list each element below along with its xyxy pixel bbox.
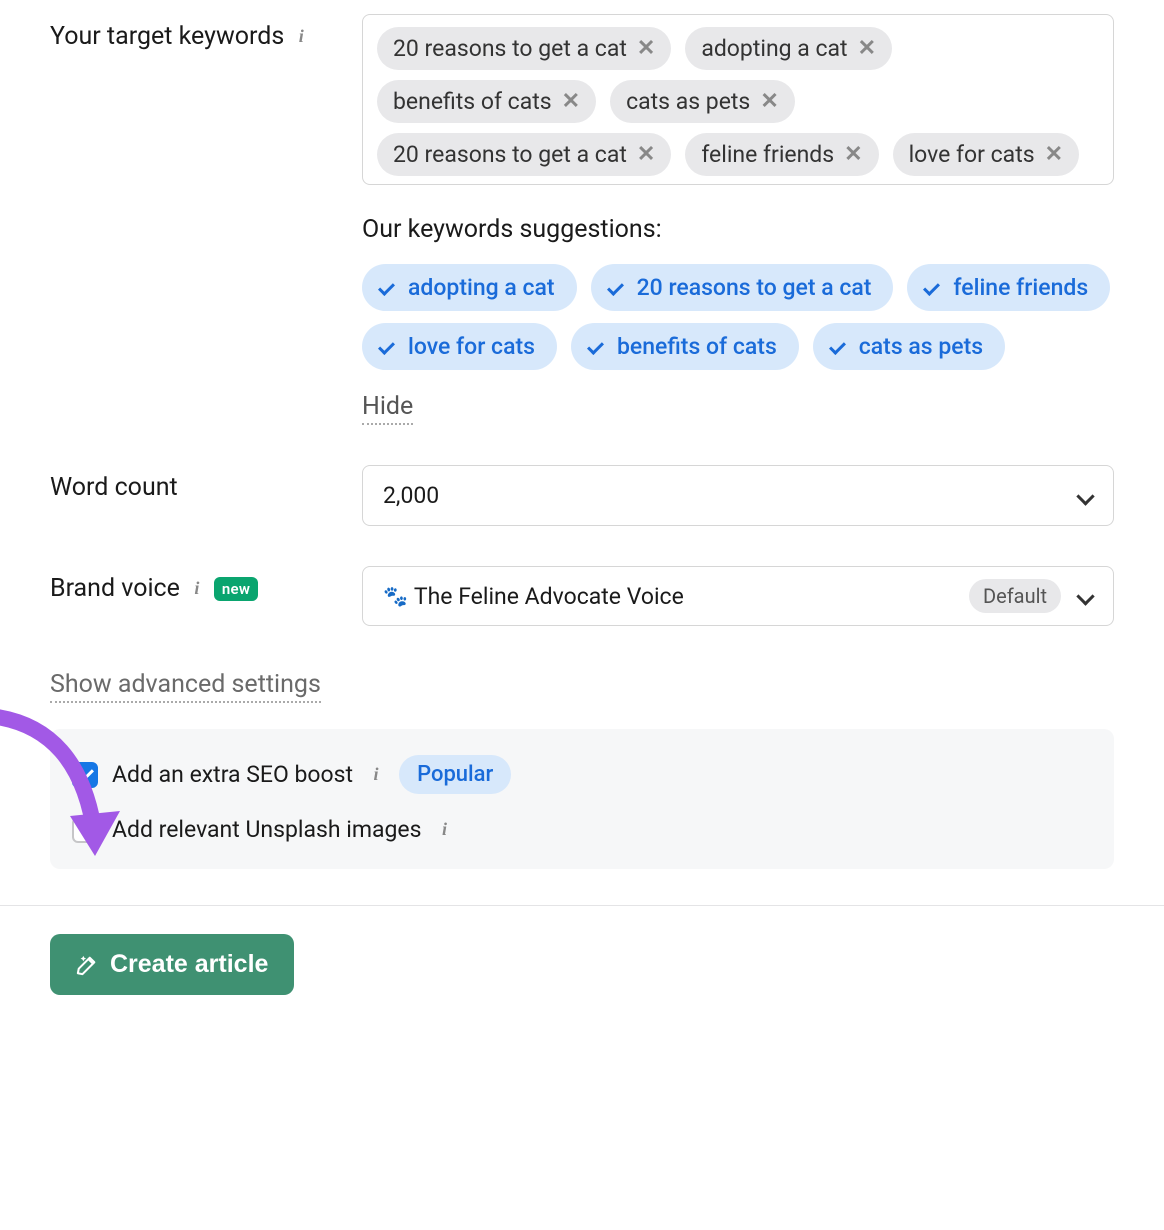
close-icon[interactable]: ✕ [760,91,778,113]
suggestion-chip[interactable]: adopting a cat [362,264,577,311]
info-icon[interactable]: i [436,821,454,839]
check-icon [380,341,398,353]
seo-boost-option: Add an extra SEO boost i Popular [72,755,1092,794]
chevron-down-icon [1077,488,1093,504]
keyword-tag-text: cats as pets [626,88,750,115]
show-advanced-link[interactable]: Show advanced settings [50,670,321,703]
create-article-label: Create article [110,950,268,979]
suggestion-chip-text: adopting a cat [408,274,555,301]
unsplash-option: Add relevant Unsplash images i [72,816,1092,843]
new-badge: new [214,577,258,601]
default-badge: Default [969,579,1061,613]
target-keywords-label-text: Your target keywords [50,22,284,51]
close-icon[interactable]: ✕ [1045,144,1063,166]
close-icon[interactable]: ✕ [562,91,580,113]
unsplash-checkbox[interactable] [72,817,98,843]
keywords-input[interactable]: 20 reasons to get a cat✕adopting a cat✕b… [362,14,1114,185]
keyword-tag-text: feline friends [701,141,834,168]
keyword-tag-text: adopting a cat [701,35,847,62]
brand-voice-label: Brand voice i new [50,574,258,603]
word-count-row: Word count 2,000 [0,465,1164,526]
check-icon [925,282,943,294]
word-count-select[interactable]: 2,000 [362,465,1114,526]
word-count-label: Word count [50,473,178,502]
keyword-tag: feline friends ✕ [685,133,878,176]
keyword-tag-text: 20 reasons to get a cat [393,141,627,168]
keyword-tag: benefits of cats ✕ [377,80,596,123]
extra-options-panel: Add an extra SEO boost i Popular Add rel… [50,729,1114,869]
unsplash-label: Add relevant Unsplash images [112,816,422,843]
create-article-button[interactable]: Create article [50,934,294,995]
check-icon [380,282,398,294]
hide-suggestions-link[interactable]: Hide [362,392,413,425]
seo-boost-checkbox[interactable] [72,762,98,788]
info-icon[interactable]: i [367,766,385,784]
seo-boost-label: Add an extra SEO boost [112,761,353,788]
close-icon[interactable]: ✕ [844,144,862,166]
close-icon[interactable]: ✕ [858,38,876,60]
brand-voice-row: Brand voice i new 🐾 The Feline Advocate … [0,566,1164,626]
keyword-tag: 20 reasons to get a cat ✕ [377,27,671,70]
suggestion-chip[interactable]: feline friends [907,264,1110,311]
suggestion-chips: adopting a cat 20 reasons to get a cat fel… [362,264,1114,370]
keyword-tag-text: love for cats [909,141,1035,168]
keyword-tag: adopting a cat ✕ [685,27,892,70]
info-icon[interactable]: i [188,580,206,598]
wand-icon [76,954,98,976]
keyword-tag-text: benefits of cats [393,88,552,115]
footer: Create article [0,906,1164,1023]
popular-badge: Popular [399,755,511,794]
suggestion-chip-text: 20 reasons to get a cat [637,274,872,301]
suggestions-title: Our keywords suggestions: [362,215,1114,244]
brand-voice-value: The Feline Advocate Voice [414,583,684,610]
keyword-tag: cats as pets ✕ [610,80,795,123]
brand-voice-select[interactable]: 🐾 The Feline Advocate Voice Default [362,566,1114,626]
keyword-tag-text: 20 reasons to get a cat [393,35,627,62]
suggestion-chip[interactable]: cats as pets [813,323,1005,370]
target-keywords-label: Your target keywords i [50,22,310,51]
info-icon[interactable]: i [292,28,310,46]
keyword-tag: love for cats ✕ [893,133,1079,176]
close-icon[interactable]: ✕ [637,38,655,60]
suggestion-chip[interactable]: benefits of cats [571,323,799,370]
target-keywords-row: Your target keywords i 20 reasons to get… [0,14,1164,425]
suggestion-chip-text: feline friends [953,274,1088,301]
suggestion-chip[interactable]: love for cats [362,323,557,370]
check-icon [589,341,607,353]
suggestion-chip[interactable]: 20 reasons to get a cat [591,264,894,311]
word-count-value: 2,000 [383,482,439,509]
chevron-down-icon [1077,588,1093,604]
check-icon [609,282,627,294]
suggestion-chip-text: cats as pets [859,333,983,360]
close-icon[interactable]: ✕ [637,144,655,166]
suggestion-chip-text: love for cats [408,333,535,360]
brand-voice-label-text: Brand voice [50,574,180,603]
paw-icon: 🐾 [383,586,402,606]
keyword-tag: 20 reasons to get a cat ✕ [377,133,671,176]
check-icon [831,341,849,353]
suggestion-chip-text: benefits of cats [617,333,777,360]
